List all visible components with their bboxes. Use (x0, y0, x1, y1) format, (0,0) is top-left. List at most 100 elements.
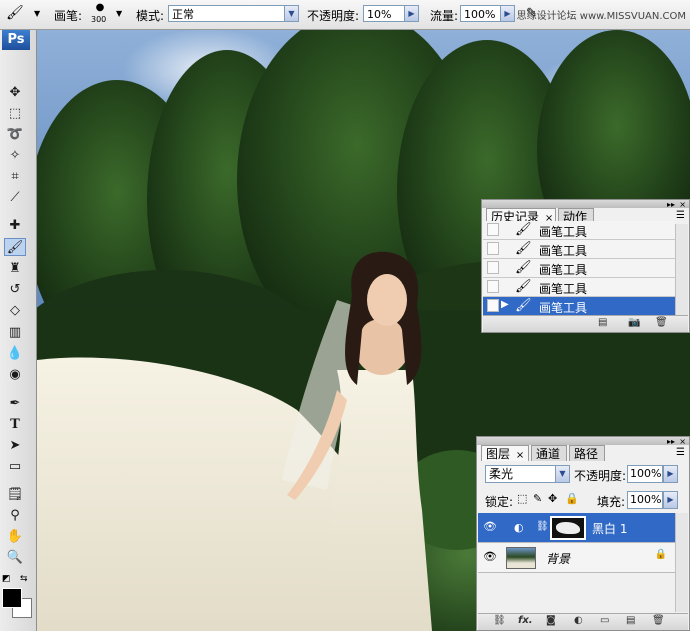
layer-style-button[interactable]: fx. (518, 615, 533, 626)
add-mask-icon[interactable]: ◙ (546, 615, 556, 626)
delete-layer-icon[interactable]: 🗑 (652, 615, 665, 626)
dodge-tool-icon[interactable]: ◉ (4, 366, 26, 384)
brush-tool-preset-icon[interactable]: 🖌 (6, 5, 24, 21)
flow-value: 100% (464, 8, 496, 21)
new-snapshot-icon[interactable]: 📷 (628, 317, 640, 328)
foreground-color-swatch[interactable] (2, 588, 22, 608)
tab-paths[interactable]: 路径 (569, 445, 605, 461)
new-document-from-state-icon[interactable]: ▤ (598, 317, 607, 328)
panel-menu-icon[interactable]: ☰ (676, 210, 685, 221)
history-item[interactable]: 🖌 画笔工具 (483, 278, 675, 297)
eyedropper-tool-icon[interactable]: ⚲ (4, 507, 26, 525)
tab-layers[interactable]: 图层 × (481, 445, 529, 461)
default-colors-icon[interactable]: ◩ (2, 574, 11, 584)
fill-input[interactable]: 100% (627, 491, 663, 509)
tab-layers-label: 图层 (486, 447, 511, 461)
mode-dropdown-button[interactable]: ▼ (284, 5, 299, 22)
history-item[interactable]: 🖌 画笔工具 (483, 259, 675, 278)
history-item[interactable]: 🖌 画笔工具 (483, 221, 675, 240)
delete-state-icon[interactable]: 🗑 (655, 317, 668, 328)
preset-dropdown-icon[interactable]: ▼ (34, 9, 40, 18)
notes-tool-icon[interactable]: 🗒 (4, 486, 26, 504)
new-adjustment-layer-icon[interactable]: ◐ (574, 615, 583, 626)
type-tool-icon[interactable]: T (4, 416, 26, 434)
zoom-tool-icon[interactable]: 🔍 (4, 549, 26, 567)
blur-tool-icon[interactable]: 💧 (4, 345, 26, 363)
tab-channels[interactable]: 通道 (531, 445, 567, 461)
layers-panel: ▸▸ × 图层 × 通道 路径 ☰ 柔光 ▼ 不透明度: 100% ▶ 锁定: … (476, 436, 690, 631)
layer-row-selected[interactable]: 👁 ◐ ⛓ 黑白 1 (478, 513, 675, 543)
history-source-checkbox[interactable] (487, 261, 499, 274)
lock-transparency-icon[interactable]: ⬚ (517, 492, 527, 505)
history-item-selected[interactable]: ▶ 🖌 画笔工具 (483, 297, 675, 316)
panel-menu-icon[interactable]: ☰ (676, 447, 685, 458)
marquee-tool-icon[interactable]: ⬚ (4, 105, 26, 123)
layers-scrollbar[interactable] (675, 513, 688, 612)
healing-brush-tool-icon[interactable]: ✚ (4, 217, 26, 235)
blend-mode-dropdown-button[interactable]: ▼ (555, 465, 570, 483)
history-source-checkbox[interactable] (487, 242, 499, 255)
new-group-icon[interactable]: ▭ (600, 615, 609, 626)
move-tool-icon[interactable]: ✥ (4, 84, 26, 102)
lock-all-icon[interactable]: 🔒 (565, 492, 579, 505)
history-item-label: 画笔工具 (539, 244, 588, 258)
crop-tool-icon[interactable]: ⌗ (4, 168, 26, 186)
visibility-eye-icon[interactable]: 👁 (483, 520, 497, 533)
layer-row[interactable]: 👁 背景 🔒 (478, 543, 675, 573)
tab-close-icon[interactable]: × (516, 450, 524, 461)
panel-close-icon[interactable]: × (679, 200, 686, 209)
brush-tool-icon[interactable]: 🖌 (4, 238, 26, 256)
fill-label: 填充: (597, 495, 626, 509)
clone-stamp-tool-icon[interactable]: ♜ (4, 260, 26, 278)
swap-colors-icon[interactable]: ⇆ (20, 574, 28, 584)
opacity-input[interactable]: 10% (363, 5, 405, 22)
opacity-slider-button[interactable]: ▶ (404, 5, 419, 22)
flow-input[interactable]: 100% (460, 5, 501, 22)
layer-opacity-slider-button[interactable]: ▶ (663, 465, 678, 483)
history-item-label: 画笔工具 (539, 282, 588, 296)
history-brush-tool-icon[interactable]: ↺ (4, 281, 26, 299)
history-source-checkbox[interactable] (487, 280, 499, 293)
shape-tool-icon[interactable]: ▭ (4, 458, 26, 476)
gradient-tool-icon[interactable]: ▥ (4, 324, 26, 342)
layer-link-icon[interactable]: ⛓ (536, 521, 549, 532)
blend-mode-value: 柔光 (489, 467, 514, 481)
layer-name: 背景 (546, 552, 571, 566)
mode-select[interactable]: 正常 (168, 5, 299, 22)
magic-wand-tool-icon[interactable]: ✧ (4, 147, 26, 165)
eraser-tool-icon[interactable]: ◇ (4, 302, 26, 320)
lasso-tool-icon[interactable]: ➰ (4, 126, 26, 144)
panel-collapse-icon[interactable]: ▸▸ (667, 437, 675, 446)
panel-titlebar[interactable] (482, 200, 689, 208)
flow-slider-button[interactable]: ▶ (500, 5, 515, 22)
lock-position-icon[interactable]: ✥ (548, 492, 557, 505)
visibility-eye-icon[interactable]: 👁 (483, 550, 497, 563)
pen-tool-icon[interactable]: ✒ (4, 395, 26, 413)
brush-preview-icon[interactable]: ● (93, 2, 107, 14)
layers-list: 👁 ◐ ⛓ 黑白 1 👁 背景 🔒 (477, 513, 689, 613)
history-source-checkbox[interactable] (487, 299, 499, 312)
slice-tool-icon[interactable]: ⟋ (4, 189, 26, 207)
history-source-checkbox[interactable] (487, 223, 499, 236)
flow-label: 流量: (430, 9, 459, 23)
brush-size-value: 300 (91, 15, 107, 24)
layer-thumbnail[interactable] (506, 547, 536, 569)
hand-tool-icon[interactable]: ✋ (4, 528, 26, 546)
layer-mask-thumbnail[interactable] (550, 516, 586, 540)
panel-titlebar[interactable] (477, 437, 689, 445)
link-layers-icon[interactable]: ⛓ (493, 615, 506, 626)
history-item[interactable]: 🖌 画笔工具 (483, 240, 675, 259)
photoshop-logo: Ps (2, 30, 30, 50)
panel-close-icon[interactable]: × (679, 437, 686, 446)
layer-opacity-input[interactable]: 100% (627, 465, 663, 483)
path-selection-tool-icon[interactable]: ➤ (4, 437, 26, 455)
brush-icon: 🖌 (515, 279, 532, 294)
layer-opacity-label: 不透明度: (574, 469, 627, 483)
new-layer-icon[interactable]: ▤ (626, 615, 635, 626)
history-item-label: 画笔工具 (539, 301, 588, 315)
fill-slider-button[interactable]: ▶ (663, 491, 678, 509)
history-scrollbar[interactable] (675, 224, 688, 318)
brush-dropdown-icon[interactable]: ▼ (116, 9, 122, 18)
panel-collapse-icon[interactable]: ▸▸ (667, 200, 675, 209)
lock-image-icon[interactable]: ✎ (533, 492, 542, 505)
